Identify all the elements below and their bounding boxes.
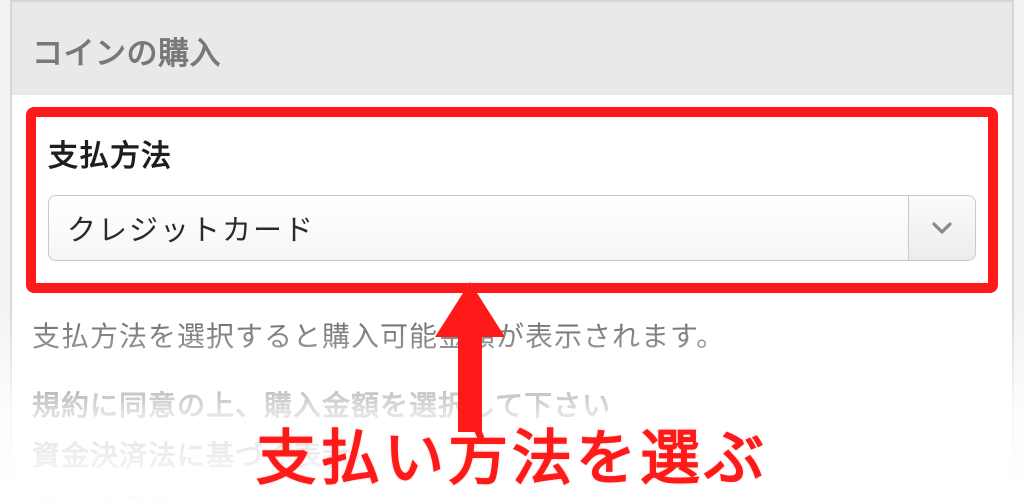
payment-method-select-value[interactable]: クレジットカード	[48, 195, 908, 261]
payment-info-text: 支払方法を選択すると購入可能金額が表示されます。	[32, 315, 992, 355]
payment-method-label: 支払方法	[48, 131, 976, 175]
terms-notice: 規約に同意の上、購入金額を選択して下さい 資金決済法に基づく表示 ボーナスコ	[32, 381, 992, 504]
bonus-text: ボーナスコ	[32, 491, 177, 504]
chevron-down-icon	[930, 216, 954, 240]
annotation-highlight-box: 支払方法 クレジットカード	[26, 107, 998, 293]
terms-link[interactable]: 規約	[32, 390, 90, 421]
payment-card: 支払方法 クレジットカード 支払方法を選択すると購入可能金額が表示されます。 規…	[10, 95, 1014, 504]
terms-text: に同意の上、購入金額を選択して下さい	[90, 390, 611, 421]
payment-method-select[interactable]: クレジットカード	[48, 195, 976, 261]
section-title: コインの購入	[10, 0, 1014, 95]
law-link[interactable]: 資金決済法に基づく表示	[32, 440, 351, 471]
payment-method-select-toggle[interactable]	[908, 195, 976, 261]
